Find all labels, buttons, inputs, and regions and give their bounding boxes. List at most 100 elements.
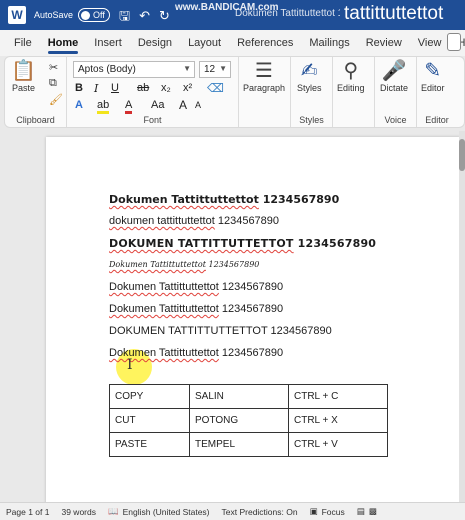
search-icon: ⚲ [343, 60, 359, 82]
autosave-toggle[interactable]: Off [78, 8, 111, 22]
tab-design[interactable]: Design [130, 30, 180, 56]
paste-button[interactable]: 📋 Paste [11, 59, 36, 93]
comments-icon[interactable] [447, 33, 461, 51]
font-group: Aptos (Body) ▼ 12 ▼ B I U ab x₂ x² ⌫ A a… [67, 57, 239, 127]
doc-line-3[interactable]: DOKUMEN TATTITTUTTETTOT 1234567890 [109, 237, 376, 250]
doc-line-3-word: DOKUMEN TATTITTUTTETTOT [109, 237, 294, 250]
doc-line-4-rest: 1234567890 [205, 260, 260, 269]
doc-line-1-rest: 1234567890 [258, 193, 340, 206]
doc-line-2-word: dokumen tattittuttettot [109, 215, 215, 227]
tab-mailings[interactable]: Mailings [301, 30, 357, 56]
redo-icon[interactable]: ↻ [159, 9, 170, 22]
doc-line-2[interactable]: dokumen tattittuttettot 1234567890 [109, 215, 279, 227]
paragraph-label: Paragraph [243, 83, 286, 93]
page-count[interactable]: Page 1 of 1 [6, 507, 49, 517]
table-cell[interactable]: POTONG [189, 408, 289, 433]
language-status[interactable]: English (United States) [123, 507, 210, 517]
autosave-label: AutoSave [34, 10, 74, 20]
text-predictions-status[interactable]: Text Predictions: On [222, 507, 298, 517]
bold-button[interactable]: B [75, 82, 83, 94]
table-row: CUT POTONG CTRL + X [109, 408, 388, 433]
shrink-font-button[interactable]: A [195, 100, 201, 110]
doc-line-6-rest: 1234567890 [218, 303, 284, 315]
focus-icon[interactable]: ▣ [310, 506, 318, 517]
voice-group: 🎤 Dictate Voice [375, 57, 417, 127]
styles-button[interactable]: ✍ Styles [297, 59, 322, 93]
table-cell[interactable]: TEMPEL [189, 432, 289, 457]
table-cell[interactable]: CTRL + V [288, 432, 388, 457]
tab-insert[interactable]: Insert [86, 30, 130, 56]
superscript-button[interactable]: x² [183, 82, 192, 94]
paragraph-group: ☰ Paragraph [239, 57, 291, 127]
table-cell[interactable]: CUT [109, 408, 190, 433]
grow-font-button[interactable]: A [179, 98, 187, 112]
ribbon: 📋 Paste ✂ ⧉ 🖌 Clipboard Aptos (Body) ▼ 1… [4, 56, 465, 128]
editor-button[interactable]: ✎ Editor [421, 59, 445, 93]
subscript-button[interactable]: x₂ [161, 82, 171, 94]
text-effects-button[interactable]: A [75, 99, 83, 111]
undo-icon[interactable]: ↶ [139, 9, 150, 22]
document-title[interactable]: Dokumen Tattittuttettot 1 [235, 8, 343, 19]
table-cell[interactable]: CTRL + X [288, 408, 388, 433]
menu-bar: File Home Insert Design Layout References Mail… [0, 30, 465, 56]
proofing-icon[interactable]: 📖 [108, 506, 119, 517]
doc-line-4[interactable]: Dokumen Tattittuttettot 1234567890 [109, 260, 259, 269]
doc-line-7-rest: 1234567890 [267, 325, 332, 337]
doc-line-8[interactable]: Dokumen Tattittuttettot 1234567890 [109, 347, 283, 359]
read-mode-icon[interactable]: ▤ [357, 506, 365, 517]
dictate-button[interactable]: 🎤 Dictate [380, 59, 408, 93]
doc-line-8-word: Dokumen Tattittuttettot [109, 347, 219, 359]
scrollbar-thumb[interactable] [459, 139, 465, 171]
format-painter-icon[interactable]: 🖌 [49, 93, 63, 106]
document-area: Dokumen Tattittuttettot 1234567890 dokum… [0, 131, 465, 502]
copy-icon[interactable]: ⧉ [49, 77, 57, 90]
shortcut-table[interactable]: COPY SALIN CTRL + C CUT POTONG CTRL + X … [109, 384, 388, 457]
font-color-button[interactable]: A [125, 99, 133, 114]
print-layout-icon[interactable]: ▩ [369, 506, 377, 517]
doc-line-7-word: DOKUMEN TATTITTUTTETTOT [109, 325, 268, 337]
eraser-icon[interactable]: ⌫ [207, 81, 224, 95]
font-name-value: Aptos (Body) [78, 64, 136, 75]
dictate-label: Dictate [380, 83, 409, 93]
doc-line-2-rest: 1234567890 [214, 215, 280, 227]
clipboard-group-label: Clipboard [16, 115, 55, 125]
table-cell[interactable]: CTRL + C [288, 384, 388, 409]
tab-references[interactable]: References [229, 30, 301, 56]
table-cell[interactable]: PASTE [109, 432, 190, 457]
overlay-caption: tattittuttettot [340, 3, 448, 25]
italic-button[interactable]: I [94, 82, 98, 95]
cut-icon[interactable]: ✂ [49, 61, 58, 74]
highlight-button[interactable]: ab [97, 99, 110, 114]
table-row: COPY SALIN CTRL + C [109, 384, 388, 409]
doc-line-5-word: Dokumen Tattittuttettot [109, 281, 219, 293]
title-bar: W AutoSave Off 🖫 ↶ ↻ www.BANDICAM.com Do… [0, 0, 465, 30]
vertical-scrollbar[interactable] [459, 131, 465, 502]
save-icon[interactable]: 🖫 [119, 9, 130, 22]
doc-line-1[interactable]: Dokumen Tattittuttettot 1234567890 [109, 193, 339, 206]
strikethrough-button[interactable]: ab [137, 82, 149, 94]
document-page[interactable]: Dokumen Tattittuttettot 1234567890 dokum… [46, 137, 460, 502]
chevron-down-icon: ▼ [183, 64, 191, 73]
word-count[interactable]: 39 words [61, 507, 96, 517]
font-name-dropdown[interactable]: Aptos (Body) ▼ [73, 61, 195, 78]
table-cell[interactable]: SALIN [189, 384, 289, 409]
editing-button[interactable]: ⚲ Editing [337, 59, 365, 93]
tab-layout[interactable]: Layout [180, 30, 229, 56]
editor-pen-icon: ✎ [424, 60, 442, 82]
tab-view[interactable]: View [410, 30, 450, 56]
editor-group-label: Editor [425, 115, 449, 125]
doc-line-6[interactable]: Dokumen Tattittuttettot 1234567890 [109, 303, 283, 315]
table-cell[interactable]: COPY [109, 384, 190, 409]
change-case-button[interactable]: Aa [151, 99, 164, 111]
tab-file[interactable]: File [6, 30, 40, 56]
doc-line-7[interactable]: DOKUMEN TATTITTUTTETTOT 1234567890 [109, 325, 332, 337]
underline-button[interactable]: U [111, 82, 119, 94]
doc-line-5[interactable]: Dokumen Tattittuttettot 1234567890 [109, 281, 283, 293]
focus-button[interactable]: Focus [322, 507, 345, 517]
tab-home[interactable]: Home [40, 30, 87, 56]
styles-group-label: Styles [299, 115, 324, 125]
font-size-dropdown[interactable]: 12 ▼ [199, 61, 231, 78]
paragraph-button[interactable]: ☰ Paragraph [243, 59, 285, 93]
styles-group: ✍ Styles Styles [291, 57, 333, 127]
tab-review[interactable]: Review [358, 30, 410, 56]
